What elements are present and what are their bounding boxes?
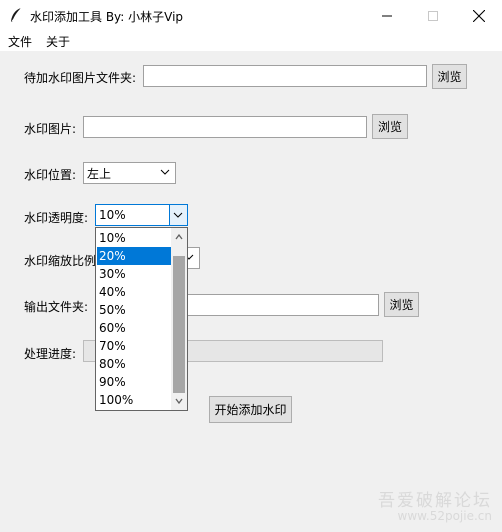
opacity-dropdown-list[interactable]: 10% 20% 30% 40% 50% 60% 70% 80% 90% 100% xyxy=(95,227,188,411)
window-title: 水印添加工具 By: 小林子Vip xyxy=(30,10,184,24)
opacity-dropdown-button[interactable] xyxy=(169,205,187,225)
scroll-down-button[interactable] xyxy=(171,392,187,410)
output-folder-browse-button[interactable]: 浏览 xyxy=(384,292,419,317)
menu-bar xyxy=(0,31,502,51)
output-folder-label: 输出文件夹: xyxy=(24,300,89,314)
site-watermark-url: www.52pojie.cn xyxy=(397,509,492,523)
watermark-image-label: 水印图片: xyxy=(24,122,77,136)
opacity-option[interactable]: 60% xyxy=(97,319,172,337)
chevron-down-icon xyxy=(173,212,183,218)
watermark-image-browse-button[interactable]: 浏览 xyxy=(372,114,408,139)
opacity-option[interactable]: 20% xyxy=(97,247,172,265)
close-icon xyxy=(473,9,485,22)
chevron-down-icon xyxy=(160,169,170,175)
position-select[interactable]: 左上 xyxy=(83,162,176,184)
opacity-label: 水印透明度: xyxy=(24,211,89,225)
watermark-image-input[interactable] xyxy=(83,116,367,138)
minimize-icon xyxy=(382,15,392,16)
opacity-value: 10% xyxy=(99,208,126,222)
maximize-icon xyxy=(428,10,438,21)
site-watermark-logo: 吾爱破解论坛 xyxy=(378,491,492,511)
position-value: 左上 xyxy=(87,166,112,181)
opacity-option[interactable]: 70% xyxy=(97,337,172,355)
opacity-option[interactable]: 10% xyxy=(97,229,172,247)
progress-label: 处理进度: xyxy=(24,347,77,361)
chevron-down-icon xyxy=(175,398,183,404)
source-folder-input[interactable] xyxy=(143,65,427,87)
menu-about[interactable]: 关于 xyxy=(46,33,70,50)
opacity-option[interactable]: 80% xyxy=(97,355,172,373)
scale-label: 水印缩放比例: xyxy=(24,254,101,268)
feather-icon xyxy=(11,7,22,22)
position-label: 水印位置: xyxy=(24,168,77,182)
opacity-option[interactable]: 50% xyxy=(97,301,172,319)
scroll-up-button[interactable] xyxy=(171,228,187,246)
source-folder-browse-button[interactable]: 浏览 xyxy=(432,64,467,89)
opacity-option[interactable]: 90% xyxy=(97,373,172,391)
source-folder-label: 待加水印图片文件夹: xyxy=(24,71,137,85)
maximize-button[interactable] xyxy=(410,0,456,31)
opacity-option[interactable]: 40% xyxy=(97,283,172,301)
opacity-select[interactable]: 10% xyxy=(95,204,188,226)
menu-file[interactable]: 文件 xyxy=(8,33,32,50)
opacity-option[interactable]: 100% xyxy=(97,391,172,409)
opacity-option[interactable]: 30% xyxy=(97,265,172,283)
close-button[interactable] xyxy=(456,0,502,31)
chevron-up-icon xyxy=(175,234,183,240)
minimize-button[interactable] xyxy=(364,0,410,31)
start-watermark-button[interactable]: 开始添加水印 xyxy=(209,396,292,423)
scrollbar-thumb[interactable] xyxy=(173,256,185,393)
